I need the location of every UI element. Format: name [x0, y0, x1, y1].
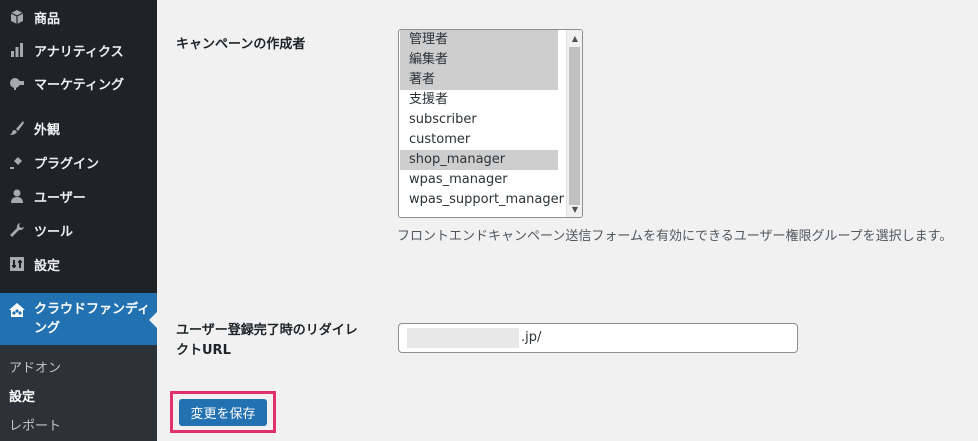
menu-item-label: クラウドファンディング — [34, 302, 151, 336]
menu-item-label: 設定 — [34, 258, 61, 274]
settings-form: キャンペーンの作成者 管理者 編集者 著者 支援者 subscriber cus… — [157, 0, 978, 441]
user-icon — [0, 179, 34, 213]
settings-icon — [0, 247, 34, 281]
menu-item-plugins[interactable]: プラグイン — [0, 145, 157, 179]
paintbrush-icon — [0, 111, 34, 145]
role-option[interactable]: shop_manager — [400, 150, 558, 170]
menu-item-analytics[interactable]: アナリティクス — [0, 33, 157, 67]
redacted-domain — [407, 328, 519, 348]
scroll-down-arrow-icon[interactable]: ▼ — [567, 201, 582, 217]
admin-sidebar: 商品 アナリティクス マーケティング 外観 プラグイン ユーザー ツール 設定 … — [0, 0, 157, 441]
redirect-url-input[interactable]: .jp/ — [398, 323, 798, 353]
menu-item-products[interactable]: 商品 — [0, 0, 157, 34]
submenu-settings[interactable]: 設定 — [9, 386, 35, 405]
role-option[interactable]: 編集者 — [400, 50, 558, 70]
menu-item-label: マーケティング — [34, 77, 124, 93]
redirect-url-label-line1: ユーザー登録完了時のリダイレ — [176, 323, 358, 338]
menu-item-marketing[interactable]: マーケティング — [0, 66, 157, 100]
listbox-scrollbar[interactable]: ▲ ▼ — [566, 30, 582, 217]
bar-chart-icon — [0, 33, 34, 67]
menu-item-tools[interactable]: ツール — [0, 213, 157, 247]
campaign-author-label: キャンペーンの作成者 — [176, 37, 306, 52]
megaphone-icon — [0, 66, 34, 100]
scroll-thumb[interactable] — [569, 47, 580, 205]
cube-icon — [0, 0, 34, 34]
menu-item-label: プラグイン — [34, 156, 100, 172]
campaign-author-roles-select[interactable]: 管理者 編集者 著者 支援者 subscriber customer shop_… — [398, 29, 583, 218]
active-indicator — [149, 312, 157, 328]
menu-item-label: 外観 — [34, 122, 61, 138]
menu-item-label: 商品 — [34, 11, 61, 27]
menu-item-crowdfunding[interactable]: クラウドファンディング — [0, 293, 157, 345]
menu-item-label: ユーザー — [34, 190, 86, 206]
menu-item-label: アナリティクス — [34, 44, 124, 60]
plugin-icon — [0, 145, 34, 179]
redirect-url-label-line2: クトURL — [176, 343, 231, 358]
menu-item-settings[interactable]: 設定 — [0, 247, 157, 281]
crowdfunding-submenu: アドオン 設定 レポート — [0, 345, 157, 441]
menu-item-appearance[interactable]: 外観 — [0, 111, 157, 145]
submenu-reports[interactable]: レポート — [9, 415, 61, 434]
redirect-url-value: .jp/ — [521, 330, 542, 345]
menu-item-users[interactable]: ユーザー — [0, 179, 157, 213]
role-option[interactable]: customer — [400, 130, 558, 150]
role-option[interactable]: wpas_manager — [400, 170, 558, 190]
role-option[interactable]: 著者 — [400, 70, 558, 90]
redirect-url-label: ユーザー登録完了時のリダイレ クトURL — [176, 321, 358, 361]
scroll-up-arrow-icon[interactable]: ▲ — [567, 30, 582, 46]
role-option[interactable]: wpas_support_manager — [400, 190, 564, 210]
save-button-highlight: 変更を保存 — [170, 391, 276, 433]
save-changes-button[interactable]: 変更を保存 — [179, 399, 267, 426]
wrench-icon — [0, 213, 34, 247]
submenu-addons[interactable]: アドオン — [9, 357, 61, 376]
role-option[interactable]: 支援者 — [400, 90, 558, 110]
role-option[interactable]: subscriber — [400, 110, 558, 130]
role-option[interactable]: 管理者 — [400, 30, 558, 50]
crowdfunding-icon — [0, 300, 34, 320]
roles-help-text: フロントエンドキャンペーン送信フォームを有効にできるユーザー権限グループを選択し… — [397, 229, 953, 244]
menu-item-label: ツール — [34, 224, 74, 240]
role-option-partial — [400, 210, 558, 217]
